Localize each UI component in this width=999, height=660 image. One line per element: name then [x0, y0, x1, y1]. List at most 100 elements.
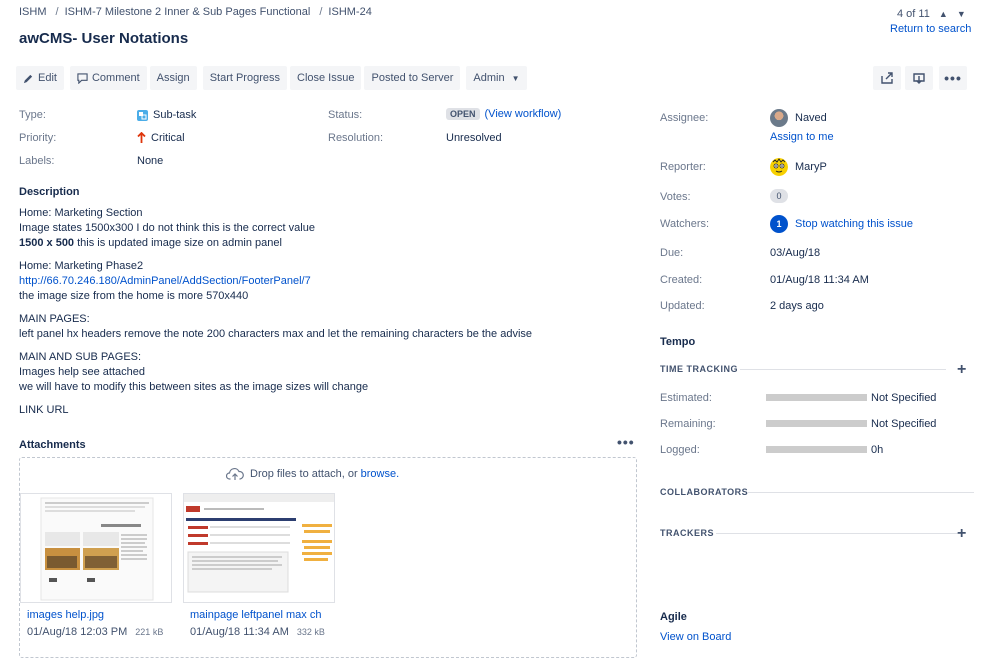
labels-label: Labels: — [19, 155, 55, 167]
resolution-label: Resolution: — [328, 132, 384, 144]
attachment-size: 221 kB — [135, 627, 164, 637]
ellipsis-icon: ••• — [944, 70, 962, 86]
trackers-heading[interactable]: TRACKERS — [660, 528, 714, 538]
breadcrumb-parent-issue[interactable]: ISHM-7 Milestone 2 Inner & Sub Pages Fun… — [65, 6, 311, 18]
chevron-down-icon: ▼ — [511, 73, 520, 83]
assign-button[interactable]: Assign — [149, 66, 197, 90]
avatar — [770, 109, 788, 127]
assign-to-me-link[interactable]: Assign to me — [770, 131, 834, 143]
breadcrumb-project[interactable]: ISHM — [19, 6, 47, 18]
start-progress-button[interactable]: Start Progress — [202, 66, 287, 90]
votes-label: Votes: — [660, 191, 691, 203]
export-button[interactable] — [905, 66, 933, 90]
description-line: Home: Marketing Phase2 — [19, 260, 144, 272]
image-preview-icon — [40, 497, 154, 601]
priority-text: Critical — [151, 132, 185, 144]
type-value: Sub-task — [137, 109, 196, 121]
labels-value: None — [137, 155, 164, 167]
description-link[interactable]: http://66.70.246.180/AdminPanel/AddSecti… — [19, 275, 311, 287]
tempo-heading: Tempo — [660, 336, 696, 348]
type-label: Type: — [19, 109, 46, 121]
view-workflow-link[interactable]: (View workflow) — [485, 108, 562, 120]
breadcrumb-separator: / — [319, 6, 323, 18]
attachment-meta: 01/Aug/18 12:03 PM 221 kB — [27, 626, 163, 638]
description-line: Images help see attached — [19, 366, 145, 378]
critical-priority-icon — [137, 132, 146, 143]
reporter-name[interactable]: MaryP — [795, 161, 827, 173]
close-issue-button[interactable]: Close Issue — [290, 66, 362, 90]
more-actions-button[interactable]: ••• — [939, 66, 967, 90]
description-bold-text: 1500 x 500 — [19, 237, 75, 249]
attachment-name-link[interactable]: mainpage leftpanel max cha — [190, 609, 322, 621]
due-value: 03/Aug/18 — [770, 247, 821, 259]
browse-link[interactable]: browse. — [361, 468, 400, 480]
plus-icon[interactable]: + — [957, 526, 966, 542]
description-line: MAIN PAGES: — [19, 313, 90, 325]
watchers-badge[interactable]: 1 — [770, 215, 788, 233]
assignee-name[interactable]: Naved — [795, 112, 827, 124]
priority-value: Critical — [137, 132, 185, 144]
attachment-thumbnail[interactable] — [183, 493, 335, 603]
attachment-date: 01/Aug/18 12:03 PM — [27, 626, 128, 638]
page-title: awCMS- User Notations — [19, 30, 189, 47]
remaining-value: Not Specified — [871, 418, 937, 430]
attachment-size: 332 kB — [296, 627, 325, 637]
estimated-label: Estimated: — [660, 392, 712, 404]
estimated-value: Not Specified — [871, 392, 937, 404]
breadcrumb: ISHM / ISHM-7 Milestone 2 Inner & Sub Page… — [19, 6, 375, 18]
stop-watching-link[interactable]: Stop watching this issue — [795, 218, 913, 230]
attachment-thumbnail[interactable] — [20, 493, 172, 603]
created-label: Created: — [660, 274, 703, 286]
description-line: the image size from the home is more 570… — [19, 290, 249, 302]
description-paragraph: MAIN PAGES: left panel hx headers remove… — [19, 312, 619, 342]
description-heading: Description — [19, 186, 80, 198]
due-label: Due: — [660, 247, 684, 259]
chevron-down-icon[interactable]: ▼ — [957, 9, 966, 19]
view-on-board-link[interactable]: View on Board — [660, 631, 731, 643]
attachments-heading: Attachments — [19, 439, 86, 451]
attachments-menu-ellipsis-icon[interactable]: ••• — [617, 434, 635, 450]
description-line: Home: Marketing Section — [19, 207, 143, 219]
edit-button[interactable]: Edit — [16, 66, 64, 90]
created-value: 01/Aug/18 11:34 AM — [770, 274, 869, 286]
reporter-value: MaryP — [770, 158, 827, 176]
agile-heading: Agile — [660, 611, 687, 623]
plus-icon[interactable]: + — [957, 362, 966, 378]
attachment-name-link[interactable]: images help.jpg — [27, 609, 177, 621]
return-to-search-link[interactable]: Return to search — [890, 23, 971, 35]
description-paragraph: MAIN AND SUB PAGES: Images help see atta… — [19, 350, 619, 395]
status-badge: OPEN — [446, 108, 480, 120]
issue-pager: 4 of 11 ▲ ▼ — [897, 8, 966, 20]
estimated-bar — [766, 394, 867, 401]
breadcrumb-separator: / — [55, 6, 59, 18]
edit-label: Edit — [38, 72, 57, 84]
remaining-bar — [766, 420, 867, 427]
description-paragraph: Home: Marketing Phase2 http://66.70.246.… — [19, 259, 619, 304]
comment-button[interactable]: Comment — [69, 66, 147, 90]
priority-label: Priority: — [19, 132, 57, 144]
resolution-value: Unresolved — [446, 132, 502, 144]
description-paragraph: Home: Marketing Section Image states 150… — [19, 206, 619, 251]
image-preview-icon — [184, 494, 334, 593]
votes-badge[interactable]: 0 — [770, 189, 788, 203]
remaining-label: Remaining: — [660, 418, 716, 430]
votes-value: 0 — [770, 189, 788, 203]
watchers-value: 1 Stop watching this issue — [770, 215, 913, 233]
assignee-label: Assignee: — [660, 112, 709, 124]
description-line: this is updated image size on admin pane… — [74, 237, 282, 249]
pager-count: 4 of 11 — [897, 8, 930, 20]
collaborators-heading[interactable]: COLLABORATORS — [660, 487, 748, 497]
posted-to-server-button[interactable]: Posted to Server — [364, 66, 461, 90]
time-tracking-heading: TIME TRACKING — [660, 364, 738, 374]
admin-dropdown-button[interactable]: Admin ▼ — [466, 66, 527, 90]
avatar — [770, 158, 788, 176]
reporter-label: Reporter: — [660, 161, 706, 173]
description-line: MAIN AND SUB PAGES: — [19, 351, 142, 363]
breadcrumb-issue-key[interactable]: ISHM-24 — [328, 6, 371, 18]
chevron-up-icon[interactable]: ▲ — [939, 9, 948, 19]
description-paragraph: LINK URL — [19, 403, 619, 418]
divider — [748, 492, 974, 493]
share-button[interactable] — [873, 66, 901, 90]
divider — [716, 533, 958, 534]
description-line: we will have to modify this between site… — [19, 381, 369, 393]
